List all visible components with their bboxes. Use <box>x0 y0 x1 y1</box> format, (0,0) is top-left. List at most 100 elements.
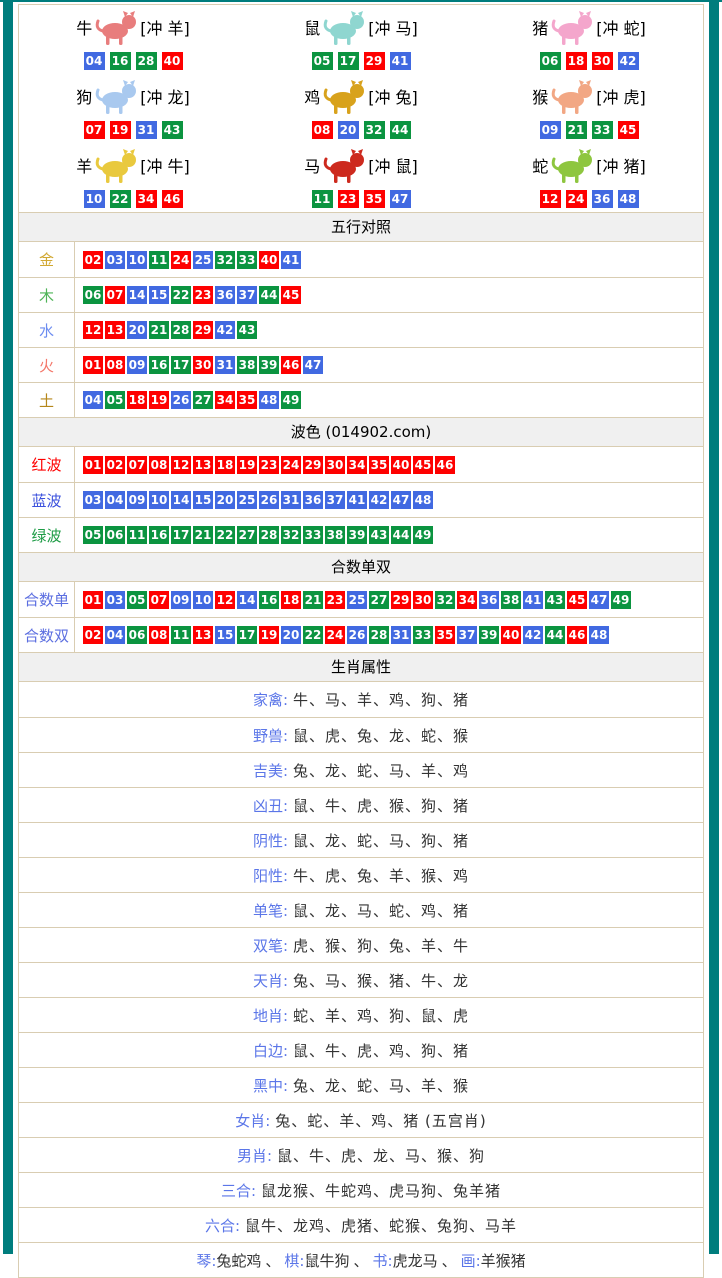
number-ball: 03 <box>105 251 125 269</box>
zodiac-number-ball: 41 <box>390 52 411 70</box>
zodiac-clash-label: [冲 虎] <box>596 90 646 106</box>
number-ball: 39 <box>259 356 279 374</box>
zodiac-animal-name: 羊 <box>76 159 92 175</box>
number-ball: 34 <box>347 456 367 474</box>
number-ball: 46 <box>567 626 587 644</box>
number-ball: 34 <box>215 391 235 409</box>
attribute-label: 单笔: <box>253 900 288 921</box>
attribute-label: 地肖: <box>253 1005 288 1026</box>
main-table: 牛[冲 羊]04162840鼠[冲 马]05172941猪[冲 蛇]061830… <box>18 4 704 1278</box>
zodiac-number-row: 08203244 <box>312 121 411 139</box>
group-separator: 、 <box>442 1250 457 1271</box>
number-ball: 15 <box>193 491 213 509</box>
attribute-row-家禽: 家禽:牛、马、羊、鸡、狗、猪 <box>19 682 703 717</box>
dog-zodiac-icon <box>94 79 138 118</box>
zodiac-reference-page: 牛[冲 羊]04162840鼠[冲 马]05172941猪[冲 蛇]061830… <box>0 0 722 1254</box>
zodiac-number-ball: 05 <box>312 52 333 70</box>
number-ball: 18 <box>215 456 235 474</box>
snake-zodiac-icon <box>550 148 594 187</box>
goat-zodiac-icon <box>94 148 138 187</box>
attribute-label: 黑中: <box>253 1075 288 1096</box>
number-ball: 25 <box>193 251 213 269</box>
attribute-row-阳性: 阳性:牛、虎、兔、羊、猴、鸡 <box>19 857 703 892</box>
number-ball: 41 <box>281 251 301 269</box>
zodiac-number-ball: 40 <box>162 52 183 70</box>
zodiac-number-ball: 45 <box>618 121 639 139</box>
number-ball: 33 <box>303 526 323 544</box>
right-teal-border <box>709 2 719 1254</box>
zodiac-cell-狗: 狗[冲 龙]07193143 <box>19 74 247 143</box>
number-ball: 49 <box>611 591 631 609</box>
number-ball: 45 <box>281 286 301 304</box>
zodiac-animal-name: 鼠 <box>304 21 320 37</box>
attribute-value: 鼠、牛、虎、猴、狗、猪 <box>293 795 469 816</box>
group-value: 兔蛇鸡 <box>216 1250 261 1271</box>
zodiac-cell-猴: 猴[冲 虎]09213345 <box>475 74 703 143</box>
number-ball: 04 <box>105 491 125 509</box>
number-ball: 48 <box>259 391 279 409</box>
section-header-bose: 波色 (014902.com) <box>19 417 703 447</box>
bose-row-蓝波: 蓝波03040910141520252631363741424748 <box>19 482 703 517</box>
zodiac-number-ball: 29 <box>364 52 385 70</box>
zodiac-number-ball: 22 <box>110 190 131 208</box>
number-ball: 39 <box>347 526 367 544</box>
attribute-row-地肖: 地肖:蛇、羊、鸡、狗、鼠、虎 <box>19 997 703 1032</box>
zodiac-number-ball: 31 <box>136 121 157 139</box>
wuxing-row-label: 火 <box>19 348 75 382</box>
number-ball: 45 <box>413 456 433 474</box>
zodiac-cell-羊: 羊[冲 牛]10223446 <box>19 143 247 212</box>
wuxing-row-火: 火0108091617303138394647 <box>19 347 703 382</box>
number-ball: 46 <box>281 356 301 374</box>
number-ball: 44 <box>391 526 411 544</box>
zodiac-title-line: 狗[冲 龙] <box>76 79 190 118</box>
attribute-value: 鼠龙猴、牛蛇鸡、虎马狗、兔羊猪 <box>261 1180 501 1201</box>
number-ball: 21 <box>149 321 169 339</box>
zodiac-clash-label: [冲 马] <box>368 21 418 37</box>
number-ball: 26 <box>347 626 367 644</box>
number-ball: 02 <box>105 456 125 474</box>
zodiac-animal-name: 蛇 <box>532 159 548 175</box>
zodiac-title-line: 鼠 [冲 马] <box>304 10 418 49</box>
zodiac-number-ball: 43 <box>162 121 183 139</box>
number-ball: 05 <box>127 591 147 609</box>
horse-zodiac-icon <box>322 148 366 187</box>
attribute-value: 鼠、龙、马、蛇、鸡、猪 <box>293 900 469 921</box>
number-ball: 05 <box>105 391 125 409</box>
zodiac-title-line: 猴[冲 虎] <box>532 79 646 118</box>
zodiac-animal-name: 猪 <box>532 21 548 37</box>
group-label: 画: <box>461 1250 481 1271</box>
attribute-label: 双笔: <box>253 935 288 956</box>
attribute-row-凶丑: 凶丑:鼠、牛、虎、猴、狗、猪 <box>19 787 703 822</box>
bose-row-label: 红波 <box>19 447 75 482</box>
zodiac-animal-name: 鸡 <box>304 90 320 106</box>
number-ball: 17 <box>237 626 257 644</box>
zodiac-animal-name: 牛 <box>76 21 92 37</box>
zodiac-cell-马: 马[冲 鼠]11233547 <box>247 143 475 212</box>
attribute-label: 男肖: <box>237 1145 272 1166</box>
zodiac-title-line: 猪[冲 蛇] <box>532 10 646 49</box>
zodiac-grid: 牛[冲 羊]04162840鼠[冲 马]05172941猪[冲 蛇]061830… <box>19 5 703 212</box>
attribute-label: 女肖: <box>235 1110 270 1131</box>
zodiac-number-row: 07193143 <box>84 121 183 139</box>
zodiac-number-ball: 18 <box>566 52 587 70</box>
attribute-label: 野兽: <box>253 725 288 746</box>
bose-numbers: 05061116172122272832333839434449 <box>75 518 433 552</box>
attribute-row-男肖: 男肖:鼠、牛、虎、龙、马、猴、狗 <box>19 1137 703 1172</box>
zodiac-number-ball: 33 <box>592 121 613 139</box>
section-header-heshu: 合数单双 <box>19 552 703 582</box>
zodiac-number-ball: 21 <box>566 121 587 139</box>
number-ball: 47 <box>589 591 609 609</box>
zodiac-number-ball: 36 <box>592 190 613 208</box>
monkey-zodiac-icon <box>550 79 594 118</box>
zodiac-number-ball: 48 <box>618 190 639 208</box>
number-ball: 42 <box>369 491 389 509</box>
number-ball: 43 <box>369 526 389 544</box>
number-ball: 39 <box>479 626 499 644</box>
attribute-value: 兔、蛇、羊、鸡、猪 (五宫肖) <box>275 1110 486 1131</box>
attribute-label: 家禽: <box>253 689 288 710</box>
wuxing-numbers: 0108091617303138394647 <box>75 348 323 382</box>
zodiac-cell-鼠: 鼠[冲 马]05172941 <box>247 5 475 74</box>
attribute-value: 兔、龙、蛇、马、羊、鸡 <box>293 760 469 781</box>
number-ball: 32 <box>435 591 455 609</box>
number-ball: 28 <box>259 526 279 544</box>
